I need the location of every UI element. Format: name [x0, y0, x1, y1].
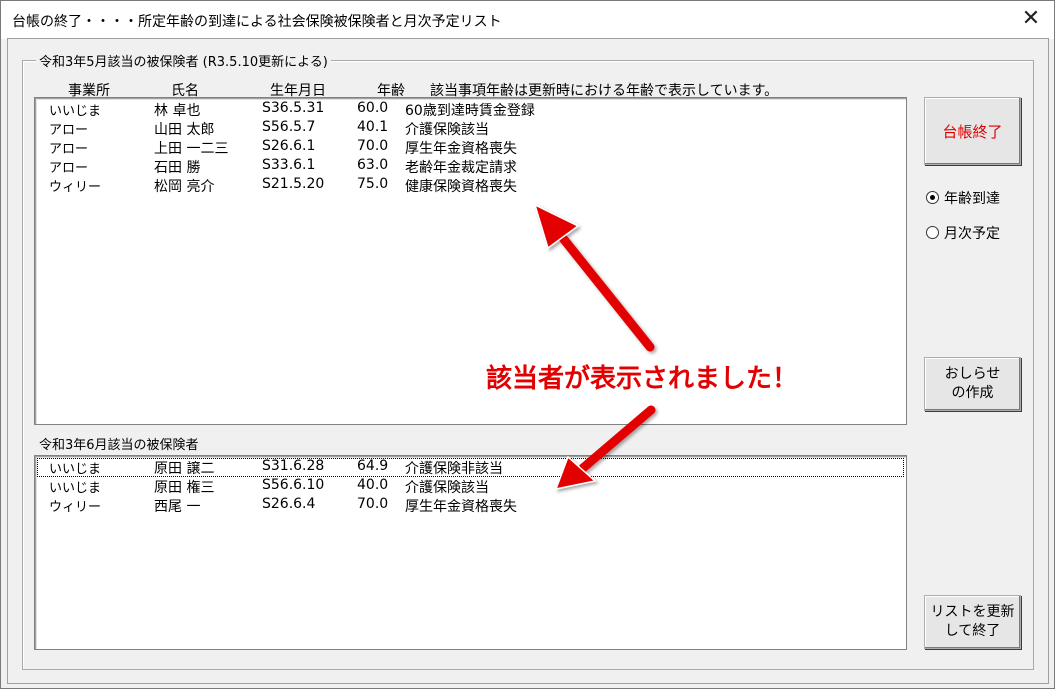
list-item[interactable]: アロー 上田 一二三 S26.6.1 70.0 厚生年金資格喪失	[37, 138, 904, 157]
annotation-text: 該当者が表示されました！	[486, 364, 799, 394]
birth-cell: S21.5.20	[262, 176, 325, 192]
radio-selected-icon	[926, 191, 939, 204]
age-cell: 60.0	[357, 100, 389, 116]
close-icon[interactable]: ✕	[1008, 1, 1054, 39]
office-cell: アロー	[49, 142, 89, 157]
june-list-label: 令和3年6月該当の被保険者	[39, 438, 199, 453]
item-cell: 厚生年金資格喪失	[405, 499, 517, 515]
radio-monthly-label: 月次予定	[944, 226, 1000, 242]
list-item[interactable]: ウィリー 西尾 一 S26.6.4 70.0 厚生年金資格喪失	[37, 496, 904, 515]
age-cell: 64.9	[357, 458, 389, 474]
list-item[interactable]: いいじま 原田 権三 S56.6.10 40.0 介護保険該当	[37, 477, 904, 496]
birth-cell: S56.6.10	[262, 477, 325, 493]
name-cell: 原田 譲二	[154, 461, 215, 477]
create-notice-button[interactable]: おしらせ の作成	[924, 357, 1021, 411]
item-cell: 介護保険該当	[405, 480, 489, 496]
age-cell: 70.0	[357, 496, 389, 512]
name-cell: 林 卓也	[154, 103, 201, 119]
item-cell: 厚生年金資格喪失	[405, 141, 517, 157]
birth-cell: S26.6.1	[262, 138, 316, 154]
title-bar[interactable]: 台帳の終了・・・・所定年齢の到達による社会保険被保険者と月次予定リスト ✕	[1, 1, 1054, 39]
birth-cell: S33.6.1	[262, 157, 316, 173]
item-cell: 老齢年金裁定請求	[405, 160, 517, 176]
birth-cell: S31.6.28	[262, 458, 325, 474]
name-cell: 山田 太郎	[154, 122, 215, 138]
name-cell: 石田 勝	[154, 160, 201, 176]
office-cell: いいじま	[49, 104, 102, 119]
name-cell: 西尾 一	[154, 499, 201, 515]
list-item[interactable]: ウィリー 松岡 亮介 S21.5.20 75.0 健康保険資格喪失	[37, 176, 904, 195]
june-insured-list[interactable]: いいじま 原田 譲二 S31.6.28 64.9 介護保険非該当 いいじま 原田…	[34, 455, 907, 650]
list-item[interactable]: いいじま 林 卓也 S36.5.31 60.0 60歳到達時賃金登録	[37, 100, 904, 119]
close-ledger-button[interactable]: 台帳終了	[924, 97, 1021, 165]
window-title: 台帳の終了・・・・所定年齢の到達による社会保険被保険者と月次予定リスト	[12, 14, 502, 30]
item-cell: 健康保険資格喪失	[405, 179, 517, 195]
radio-age-label: 年齢到達	[944, 191, 1000, 207]
item-cell: 60歳到達時賃金登録	[405, 103, 535, 119]
age-cell: 70.0	[357, 138, 389, 154]
office-cell: いいじま	[49, 481, 102, 496]
name-cell: 上田 一二三	[154, 141, 229, 157]
list-item[interactable]: アロー 石田 勝 S33.6.1 63.0 老齢年金裁定請求	[37, 157, 904, 176]
item-cell: 介護保険非該当	[405, 461, 503, 477]
office-cell: いいじま	[49, 462, 102, 477]
birth-cell: S56.5.7	[262, 119, 316, 135]
office-cell: アロー	[49, 161, 89, 176]
office-cell: ウィリー	[49, 500, 102, 515]
age-cell: 40.1	[357, 119, 389, 135]
age-cell: 63.0	[357, 157, 389, 173]
birth-cell: S26.6.4	[262, 496, 316, 512]
list-item[interactable]: いいじま 原田 譲二 S31.6.28 64.9 介護保険非該当	[37, 458, 904, 477]
list-item[interactable]: アロー 山田 太郎 S56.5.7 40.1 介護保険該当	[37, 119, 904, 138]
name-cell: 松岡 亮介	[154, 179, 215, 195]
age-cell: 40.0	[357, 477, 389, 493]
name-cell: 原田 権三	[154, 480, 215, 496]
item-cell: 介護保険該当	[405, 122, 489, 138]
age-cell: 75.0	[357, 176, 389, 192]
office-cell: アロー	[49, 123, 89, 138]
birth-cell: S36.5.31	[262, 100, 325, 116]
office-cell: ウィリー	[49, 180, 102, 195]
update-list-close-button[interactable]: リストを更新 して終了	[924, 595, 1021, 649]
radio-unselected-icon	[926, 226, 939, 239]
group-title: 令和3年5月該当の被保険者 (R3.5.10更新による)	[36, 51, 331, 70]
